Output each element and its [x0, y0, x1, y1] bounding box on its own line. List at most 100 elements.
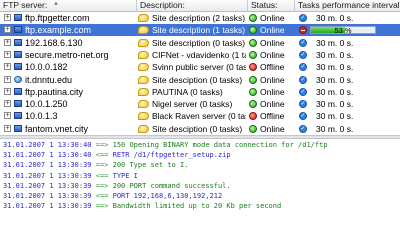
col-performance-label: Tasks performance interval:	[298, 0, 400, 10]
description-text: Svinn public server (0 tasks)	[152, 62, 246, 73]
col-header-description[interactable]: Description:	[137, 0, 248, 11]
expand-icon[interactable]: +	[4, 14, 11, 21]
ftp-getter-window: FTP server: ▲ Description: Status: Tasks…	[0, 0, 400, 214]
description-cell: Svinn public server (0 tasks)	[138, 61, 246, 73]
server-name: secure.metro-net.org	[25, 49, 109, 60]
description-text: CIFNet - vdavidenko (1 tasks)	[152, 49, 246, 60]
interval-text: 30 m. 0 s.	[316, 49, 354, 60]
server-name: it.dnntu.edu	[25, 74, 73, 85]
check-icon: ✓	[299, 100, 307, 109]
expand-icon[interactable]: +	[4, 50, 11, 58]
expand-icon[interactable]: +	[4, 38, 11, 46]
interval-text: 30 m. 0 s.	[316, 111, 354, 122]
server-row[interactable]: + secure.metro-net.org CIFNet - vdavidenko…	[0, 49, 400, 61]
status-text: Online	[260, 86, 285, 97]
red-status-icon	[249, 63, 257, 72]
col-server-label: FTP server:	[3, 0, 48, 10]
status-text: Online	[260, 49, 285, 60]
col-header-performance[interactable]: Tasks performance interval:	[295, 0, 400, 11]
log-timestamp: 31.01.2007 1 13:30:39	[3, 161, 92, 170]
note-bubble-icon	[138, 50, 149, 59]
server-icon	[14, 38, 22, 46]
status-cell: Offline	[249, 110, 294, 122]
check-icon: ✓	[299, 112, 307, 121]
description-text: Black Raven server (0 tasks)	[152, 111, 246, 122]
server-row[interactable]: +10.0.1.250 Nigel server (0 tasks) Online ✓…	[0, 98, 400, 110]
col-header-status[interactable]: Status:	[248, 0, 295, 11]
incoming-arrow-icon: ==>	[95, 181, 109, 190]
server-icon	[14, 112, 22, 120]
description-text: Site desciption (0 tasks)	[152, 123, 243, 134]
server-cell: secure.metro-net.org	[14, 49, 137, 61]
server-row[interactable]: +10.0.0.182 Svinn public server (0 tasks)…	[0, 61, 400, 73]
expand-icon[interactable]: +	[4, 26, 11, 34]
interval-text: 30 m. 0 s.	[316, 123, 354, 134]
check-icon: ✓	[299, 124, 307, 133]
green-status-icon	[249, 87, 257, 96]
expand-icon[interactable]: +	[4, 87, 11, 95]
log-timestamp: 31.01.2007 1 13:30:39	[3, 171, 92, 180]
performance-cell: ✓ 30 m. 0 s.	[296, 123, 400, 135]
server-name: 10.0.1.3	[25, 111, 58, 122]
description-text: Site description (2 tasks)	[152, 13, 246, 23]
outgoing-arrow-icon: <==	[95, 192, 109, 200]
status-cell: Online	[249, 98, 294, 110]
expand-icon[interactable]: +	[4, 124, 11, 132]
expand-icon[interactable]: +	[4, 100, 11, 108]
performance-cell: ✓ 30 m. 0 s.	[296, 98, 400, 110]
server-name: ftp.ftpgetter.com	[25, 13, 90, 23]
performance-cell: ✓ 30 m. 0 s.	[296, 61, 400, 73]
log-message: RETR /d1/ftpgetter_setup.zip	[112, 151, 231, 160]
interval-text: 30 m. 0 s.	[316, 13, 354, 23]
status-text: Online	[260, 123, 285, 134]
server-cell: ftp.pautina.city	[14, 86, 137, 98]
description-cell: Nigel server (0 tasks)	[138, 98, 246, 110]
server-name: ftp.example.com	[25, 25, 92, 36]
check-icon: ✓	[299, 75, 307, 84]
check-icon: ✓	[299, 63, 307, 72]
sort-arrow-icon: ▲	[53, 1, 59, 7]
server-cell: ftp.example.com	[14, 24, 137, 36]
note-bubble-icon	[138, 100, 149, 109]
green-status-icon	[249, 75, 257, 84]
expand-icon[interactable]: +	[4, 112, 11, 120]
note-bubble-icon	[138, 124, 149, 133]
log-message: TYPE I	[112, 171, 138, 180]
interval-text: 30 m. 0 s.	[316, 62, 354, 73]
expand-icon[interactable]: +	[4, 63, 11, 71]
red-status-icon	[249, 112, 257, 121]
green-status-icon	[249, 38, 257, 47]
server-row[interactable]: + ftp.example.com Site description (1 task…	[0, 24, 400, 37]
description-cell: Site description (1 tasks)	[138, 24, 246, 36]
stop-icon[interactable]	[299, 26, 307, 35]
outgoing-arrow-icon: <==	[95, 171, 109, 180]
server-row[interactable]: +10.0.1.3 Black Raven server (0 tasks) Off…	[0, 110, 400, 122]
performance-cell: ✓ 30 m. 0 s.	[296, 74, 400, 86]
status-text: Offline	[260, 111, 285, 122]
log-timestamp: 31.01.2007 1 13:30:40	[3, 151, 92, 160]
col-header-server[interactable]: FTP server:	[0, 0, 137, 11]
performance-cell: ✓ 30 m. 0 s.	[296, 110, 400, 122]
server-row[interactable]: +192.168.6.130 Site description (0 tasks)…	[0, 37, 400, 49]
interval-text: 30 m. 0 s.	[316, 37, 354, 48]
log-line: 31.01.2007 1 13:30:39 <== PORT 192,168,6…	[3, 192, 222, 201]
status-cell: Online	[249, 86, 294, 98]
note-bubble-icon	[138, 87, 149, 96]
description-cell: Site desciption (0 tasks)	[138, 123, 246, 135]
log-line: 31.01.2007 1 13:30:40 <== RETR /d1/ftpge…	[3, 151, 231, 160]
col-description-label: Description:	[140, 0, 185, 10]
performance-cell: ✓ 30 m. 0 s.	[296, 12, 400, 24]
server-row[interactable]: + ftp.pautina.city PAUTINA (0 tasks) Online…	[0, 86, 400, 98]
expand-icon[interactable]: +	[4, 75, 11, 83]
note-bubble-icon	[138, 14, 149, 22]
server-cell: 10.0.0.182	[14, 61, 137, 73]
log-timestamp: 31.01.2007 1 13:30:39	[3, 181, 92, 190]
performance-cell: 53 %	[296, 24, 400, 36]
server-row[interactable]: + it.dnntu.edu Site desciption (0 tasks) On…	[0, 74, 400, 86]
description-text: Nigel server (0 tasks)	[152, 99, 233, 110]
server-row[interactable]: + ftp.ftpgetter.com Site description (2 ta…	[0, 12, 400, 24]
progress-text: 53 %	[334, 26, 352, 35]
server-name: 10.0.1.250	[25, 99, 68, 110]
log-line: 31.01.2007 1 13:30:39 <== TYPE I	[3, 172, 138, 181]
server-row[interactable]: + fantom.vnet.city Site desciption (0 task…	[0, 123, 400, 135]
